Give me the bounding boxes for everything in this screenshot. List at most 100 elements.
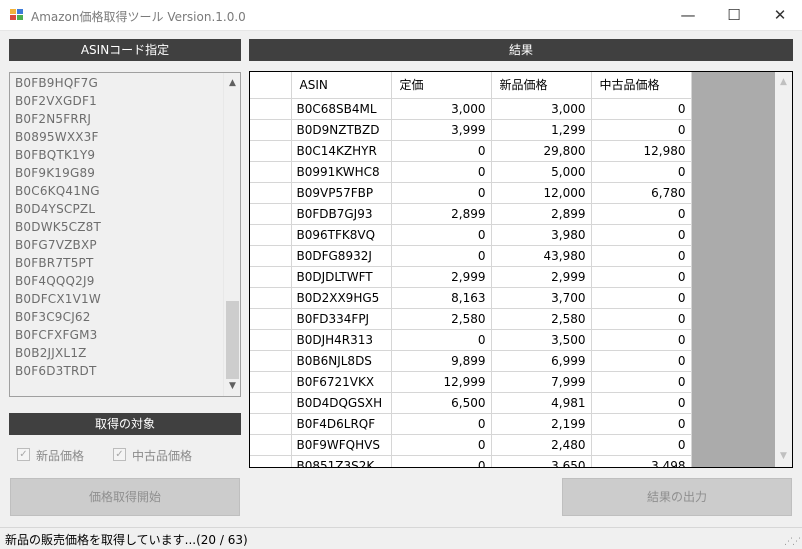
table-row[interactable]: B0DFG8932J 0 43,980 0 — [250, 245, 692, 267]
cell-list-price[interactable]: 9,899 — [391, 350, 492, 372]
cell-asin[interactable]: B0DJH4R313 — [291, 329, 392, 351]
cell-list-price[interactable]: 12,999 — [391, 371, 492, 393]
cell-new-price[interactable]: 3,650 — [491, 455, 592, 467]
column-header-new-price[interactable]: 新品価格 — [491, 72, 592, 99]
cell-used-price[interactable]: 0 — [591, 161, 692, 183]
table-row[interactable]: B0B6NJL8DS 9,899 6,999 0 — [250, 350, 692, 372]
cell-list-price[interactable]: 0 — [391, 245, 492, 267]
table-row[interactable]: B0F6721VKX 12,999 7,999 0 — [250, 371, 692, 393]
cell-used-price[interactable]: 0 — [591, 308, 692, 330]
table-row[interactable]: B0FDB7GJ93 2,899 2,899 0 — [250, 203, 692, 225]
cell-used-price[interactable]: 0 — [591, 329, 692, 351]
list-item[interactable]: B0F6D3TRDT — [15, 362, 101, 380]
cell-asin[interactable]: B0B6NJL8DS — [291, 350, 392, 372]
row-header[interactable] — [250, 392, 292, 414]
list-item[interactable]: B0D4YSCPZL — [15, 200, 101, 218]
cell-new-price[interactable]: 2,899 — [491, 203, 592, 225]
row-header[interactable] — [250, 224, 292, 246]
cell-asin[interactable]: B0F9WFQHVS — [291, 434, 392, 456]
cell-new-price[interactable]: 2,999 — [491, 266, 592, 288]
cell-used-price[interactable]: 0 — [591, 350, 692, 372]
scrollbar-thumb[interactable] — [226, 301, 239, 379]
table-row[interactable]: B0D2XX9HG5 8,163 3,700 0 — [250, 287, 692, 309]
list-item[interactable]: B0FG7VZBXP — [15, 236, 101, 254]
cell-used-price[interactable]: 3,498 — [591, 455, 692, 467]
cell-asin[interactable]: B0C68SB4ML — [291, 98, 392, 120]
list-item[interactable]: B0FCFXFGM3 — [15, 326, 101, 344]
table-row[interactable]: B0851Z3S2K 0 3,650 3,498 — [250, 455, 692, 467]
cell-list-price[interactable]: 0 — [391, 182, 492, 204]
used-price-checkbox[interactable]: ✓ — [113, 448, 126, 461]
cell-used-price[interactable]: 0 — [591, 434, 692, 456]
row-header[interactable] — [250, 140, 292, 162]
cell-used-price[interactable]: 0 — [591, 413, 692, 435]
row-header[interactable] — [250, 434, 292, 456]
cell-new-price[interactable]: 5,000 — [491, 161, 592, 183]
table-row[interactable]: B0DJDLTWFT 2,999 2,999 0 — [250, 266, 692, 288]
cell-list-price[interactable]: 2,580 — [391, 308, 492, 330]
maximize-icon[interactable]: ☐ — [711, 0, 757, 31]
table-row[interactable]: B0C14KZHYR 0 29,800 12,980 — [250, 140, 692, 162]
row-header[interactable] — [250, 413, 292, 435]
cell-used-price[interactable]: 0 — [591, 224, 692, 246]
list-item[interactable]: B0FB9HQF7G — [15, 74, 101, 92]
row-header[interactable] — [250, 266, 292, 288]
cell-asin[interactable]: B0FD334FPJ — [291, 308, 392, 330]
cell-used-price[interactable]: 0 — [591, 203, 692, 225]
column-header-list-price[interactable]: 定価 — [391, 72, 492, 99]
cell-used-price[interactable]: 0 — [591, 119, 692, 141]
cell-list-price[interactable]: 8,163 — [391, 287, 492, 309]
list-item[interactable]: B0DFCX1V1W — [15, 290, 101, 308]
list-item[interactable]: B0F3C9CJ62 — [15, 308, 101, 326]
list-item[interactable]: B0F2N5FRRJ — [15, 110, 101, 128]
list-item[interactable]: B0DWK5CZ8T — [15, 218, 101, 236]
table-row[interactable]: B09VP57FBP 0 12,000 6,780 — [250, 182, 692, 204]
cell-asin[interactable]: B0DFG8932J — [291, 245, 392, 267]
result-grid[interactable]: ASIN 定価 新品価格 中古品価格 B0C68SB4ML 3,000 3,000 0… — [249, 71, 793, 468]
asin-listbox[interactable]: B0FB9HQF7G B0F2VXGDF1 B0F2N5FRRJ B0895WXX3F… — [9, 72, 241, 397]
row-header[interactable] — [250, 455, 292, 467]
cell-new-price[interactable]: 3,000 — [491, 98, 592, 120]
cell-list-price[interactable]: 6,500 — [391, 392, 492, 414]
table-row[interactable]: B0F9WFQHVS 0 2,480 0 — [250, 434, 692, 456]
row-header[interactable] — [250, 329, 292, 351]
cell-list-price[interactable]: 0 — [391, 140, 492, 162]
cell-asin[interactable]: B0D9NZTBZD — [291, 119, 392, 141]
column-header-asin[interactable]: ASIN — [291, 72, 392, 99]
list-item[interactable]: B0C6KQ41NG — [15, 182, 101, 200]
row-header[interactable] — [250, 119, 292, 141]
cell-list-price[interactable]: 3,000 — [391, 98, 492, 120]
cell-used-price[interactable]: 6,780 — [591, 182, 692, 204]
cell-new-price[interactable]: 3,700 — [491, 287, 592, 309]
cell-asin[interactable]: B096TFK8VQ — [291, 224, 392, 246]
cell-new-price[interactable]: 4,981 — [491, 392, 592, 414]
cell-asin[interactable]: B0DJDLTWFT — [291, 266, 392, 288]
cell-asin[interactable]: B0F4D6LRQF — [291, 413, 392, 435]
table-row[interactable]: B0FD334FPJ 2,580 2,580 0 — [250, 308, 692, 330]
row-header[interactable] — [250, 371, 292, 393]
cell-asin[interactable]: B0991KWHC8 — [291, 161, 392, 183]
cell-list-price[interactable]: 0 — [391, 413, 492, 435]
minimize-icon[interactable]: — — [665, 0, 711, 31]
cell-used-price[interactable]: 0 — [591, 371, 692, 393]
table-row[interactable]: B0DJH4R313 0 3,500 0 — [250, 329, 692, 351]
row-header[interactable] — [250, 350, 292, 372]
cell-new-price[interactable]: 43,980 — [491, 245, 592, 267]
asin-list-scrollbar[interactable]: ▲ ▼ — [223, 73, 240, 396]
cell-list-price[interactable]: 0 — [391, 329, 492, 351]
resize-grip-icon[interactable]: ⋰⋰ — [784, 537, 801, 547]
cell-asin[interactable]: B0D4DQGSXH — [291, 392, 392, 414]
table-row[interactable]: B0F4D6LRQF 0 2,199 0 — [250, 413, 692, 435]
cell-list-price[interactable]: 0 — [391, 161, 492, 183]
export-results-button[interactable]: 結果の出力 — [562, 478, 792, 516]
row-header[interactable] — [250, 98, 292, 120]
result-grid-scrollbar[interactable]: ▲ ▼ — [775, 72, 792, 467]
cell-list-price[interactable]: 2,999 — [391, 266, 492, 288]
cell-asin[interactable]: B0D2XX9HG5 — [291, 287, 392, 309]
cell-used-price[interactable]: 0 — [591, 98, 692, 120]
table-row[interactable]: B0D4DQGSXH 6,500 4,981 0 — [250, 392, 692, 414]
cell-used-price[interactable]: 0 — [591, 392, 692, 414]
cell-new-price[interactable]: 12,000 — [491, 182, 592, 204]
cell-new-price[interactable]: 2,580 — [491, 308, 592, 330]
start-fetch-button[interactable]: 価格取得開始 — [10, 478, 240, 516]
